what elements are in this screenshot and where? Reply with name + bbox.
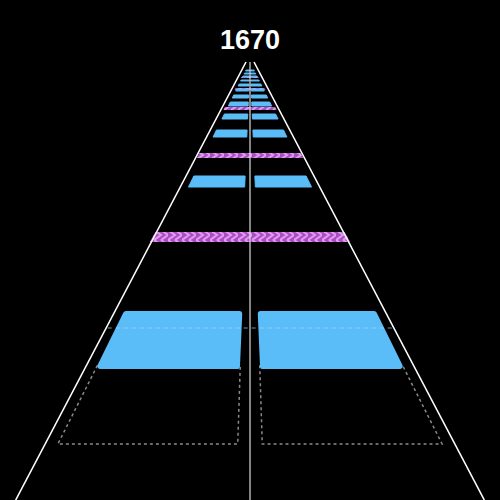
hud: 1670 <box>0 24 500 56</box>
road-edge <box>254 62 484 500</box>
note-tile[interactable] <box>246 70 250 71</box>
note-tile[interactable] <box>243 76 250 77</box>
note-tile[interactable] <box>255 176 312 187</box>
note-tile[interactable] <box>251 84 262 86</box>
note-tile[interactable] <box>252 102 272 106</box>
note-tile[interactable] <box>228 102 248 106</box>
note-tile[interactable] <box>251 76 258 77</box>
note-tile[interactable] <box>232 95 248 98</box>
note-tile[interactable] <box>251 95 267 98</box>
note-tile[interactable] <box>250 73 255 74</box>
note-tile[interactable] <box>241 80 250 81</box>
note-tile[interactable] <box>238 84 249 86</box>
note-tile[interactable] <box>236 89 249 91</box>
score: 1670 <box>214 24 286 56</box>
note-tile[interactable] <box>188 176 245 187</box>
note-tile[interactable] <box>213 130 247 137</box>
road-edge <box>16 62 246 500</box>
note-tile[interactable] <box>244 73 249 74</box>
note-tile[interactable] <box>251 89 264 91</box>
note-tile[interactable] <box>252 114 278 119</box>
game-stage[interactable]: 1670 <box>0 0 500 500</box>
note-tile[interactable] <box>100 314 239 366</box>
road-track <box>0 0 500 500</box>
note-tile[interactable] <box>261 314 400 366</box>
note-tile[interactable] <box>222 114 248 119</box>
target-zone[interactable] <box>58 366 240 444</box>
target-zone[interactable] <box>260 366 442 444</box>
note-tile[interactable] <box>253 130 287 137</box>
note-tile[interactable] <box>251 80 260 81</box>
lane-divider <box>249 62 250 500</box>
note-tile[interactable] <box>250 70 254 71</box>
